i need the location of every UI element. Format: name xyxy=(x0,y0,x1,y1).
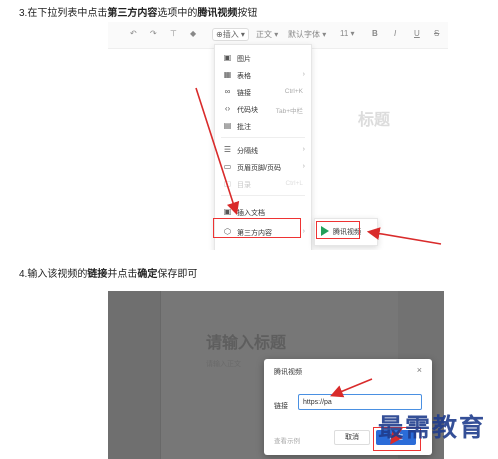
annotation-arrows xyxy=(195,87,442,445)
arrow-to-tencent-video xyxy=(366,227,442,245)
watermark-logo: 最需教育 xyxy=(378,413,487,442)
arrow-to-link-input xyxy=(330,378,373,398)
arrow-to-third-party xyxy=(195,87,240,216)
